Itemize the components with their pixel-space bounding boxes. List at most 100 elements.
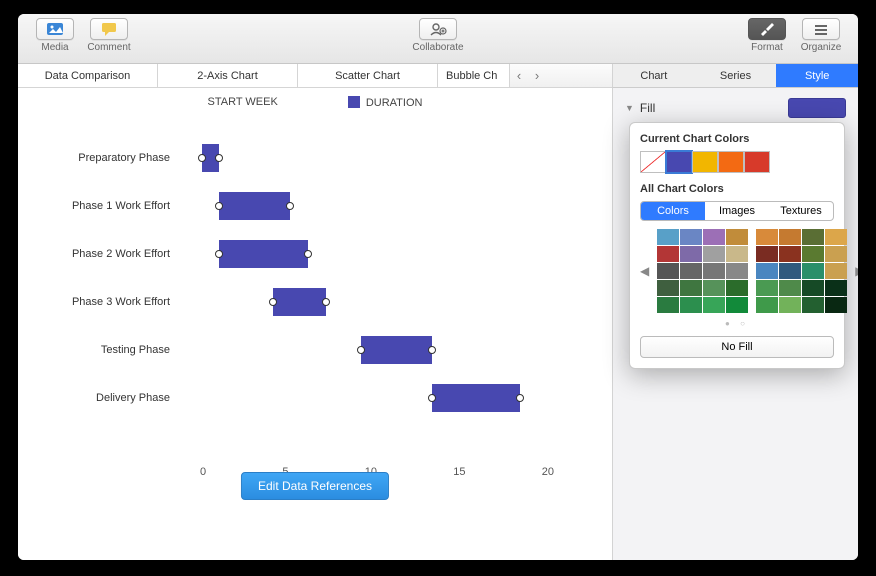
tab-data-comparison[interactable]: Data Comparison bbox=[18, 64, 158, 87]
page-dots: ● ○ bbox=[640, 319, 834, 328]
palette-color-swatch[interactable] bbox=[703, 297, 725, 313]
palette-color-swatch[interactable] bbox=[825, 246, 847, 262]
palette-color-swatch[interactable] bbox=[779, 280, 801, 296]
palette-color-swatch[interactable] bbox=[779, 297, 801, 313]
no-fill-button[interactable]: No Fill bbox=[640, 336, 834, 358]
palette-color-swatch[interactable] bbox=[680, 246, 702, 262]
palette-color-swatch[interactable] bbox=[756, 297, 778, 313]
row-label: Delivery Phase bbox=[34, 392, 184, 404]
palette-color-swatch[interactable] bbox=[726, 229, 748, 245]
current-color-swatch[interactable] bbox=[640, 151, 666, 173]
bar-handle-right[interactable] bbox=[304, 250, 312, 258]
bar-handle-right[interactable] bbox=[322, 298, 330, 306]
palette-color-swatch[interactable] bbox=[703, 280, 725, 296]
palette-color-swatch[interactable] bbox=[657, 280, 679, 296]
seg-images[interactable]: Images bbox=[705, 202, 769, 220]
seg-colors[interactable]: Colors bbox=[641, 202, 705, 220]
bar-handle-right[interactable] bbox=[286, 202, 294, 210]
palette-color-swatch[interactable] bbox=[657, 246, 679, 262]
palette-color-swatch[interactable] bbox=[726, 263, 748, 279]
format-button[interactable]: Format bbox=[740, 18, 794, 53]
fill-label: Fill bbox=[640, 101, 655, 115]
palette-color-swatch[interactable] bbox=[802, 246, 824, 262]
current-color-swatch[interactable] bbox=[744, 151, 770, 173]
palette-color-swatch[interactable] bbox=[657, 229, 679, 245]
tab-scatter[interactable]: Scatter Chart bbox=[298, 64, 438, 87]
bar-handle-left[interactable] bbox=[269, 298, 277, 306]
palette-color-swatch[interactable] bbox=[680, 297, 702, 313]
palette-color-swatch[interactable] bbox=[779, 246, 801, 262]
x-tick: 20 bbox=[542, 466, 554, 486]
bar-handle-right[interactable] bbox=[428, 346, 436, 354]
organize-button[interactable]: Organize bbox=[794, 18, 848, 53]
palette-color-swatch[interactable] bbox=[680, 263, 702, 279]
palette-color-swatch[interactable] bbox=[802, 263, 824, 279]
gantt-chart: Preparatory PhasePhase 1 Work EffortPhas… bbox=[34, 134, 554, 464]
bar-handle-left[interactable] bbox=[198, 154, 206, 162]
bar-handle-left[interactable] bbox=[215, 202, 223, 210]
chart-type-tabs: Data Comparison 2-Axis Chart Scatter Cha… bbox=[18, 64, 612, 88]
palette-color-swatch[interactable] bbox=[779, 263, 801, 279]
palette-color-swatch[interactable] bbox=[657, 263, 679, 279]
tab-series[interactable]: Series bbox=[695, 64, 777, 87]
bar-handle-right[interactable] bbox=[215, 154, 223, 162]
bar[interactable] bbox=[361, 336, 432, 364]
bar-handle-left[interactable] bbox=[215, 250, 223, 258]
disclosure-triangle-icon[interactable]: ▼ bbox=[625, 103, 634, 113]
palette-color-swatch[interactable] bbox=[802, 280, 824, 296]
chart-row: Preparatory Phase bbox=[34, 134, 554, 182]
palette-color-swatch[interactable] bbox=[756, 229, 778, 245]
chevron-left-icon[interactable]: ‹ bbox=[510, 68, 528, 83]
fill-color-swatch[interactable] bbox=[788, 98, 846, 118]
palette-color-swatch[interactable] bbox=[756, 263, 778, 279]
palette-color-swatch[interactable] bbox=[825, 263, 847, 279]
collaborate-button[interactable]: Collaborate bbox=[411, 18, 465, 53]
palette-color-swatch[interactable] bbox=[726, 280, 748, 296]
tab-style[interactable]: Style bbox=[776, 64, 858, 87]
comment-button[interactable]: Comment bbox=[82, 18, 136, 53]
bar[interactable] bbox=[432, 384, 521, 412]
palette-color-swatch[interactable] bbox=[680, 229, 702, 245]
tab-2axis[interactable]: 2-Axis Chart bbox=[158, 64, 298, 87]
palette-color-swatch[interactable] bbox=[726, 297, 748, 313]
chart-row: Phase 1 Work Effort bbox=[34, 182, 554, 230]
palette-color-swatch[interactable] bbox=[703, 246, 725, 262]
media-button[interactable]: Media bbox=[28, 18, 82, 53]
bar-handle-right[interactable] bbox=[516, 394, 524, 402]
chart-row: Testing Phase bbox=[34, 326, 554, 374]
seg-textures[interactable]: Textures bbox=[769, 202, 833, 220]
palette-color-swatch[interactable] bbox=[726, 246, 748, 262]
palette-color-swatch[interactable] bbox=[779, 229, 801, 245]
chart-canvas[interactable]: START WEEK DURATION Preparatory PhasePha… bbox=[18, 88, 612, 560]
palette-color-swatch[interactable] bbox=[802, 229, 824, 245]
bar-handle-left[interactable] bbox=[357, 346, 365, 354]
bar[interactable] bbox=[219, 192, 290, 220]
palette-right-arrow[interactable]: ▶ bbox=[855, 264, 858, 278]
palette-color-swatch[interactable] bbox=[703, 263, 725, 279]
chevron-right-icon[interactable]: › bbox=[528, 68, 546, 83]
current-color-swatch[interactable] bbox=[692, 151, 718, 173]
edit-data-references-button[interactable]: Edit Data References bbox=[241, 472, 389, 500]
palette-color-swatch[interactable] bbox=[703, 229, 725, 245]
bar[interactable] bbox=[202, 144, 220, 172]
tab-bubble[interactable]: Bubble Ch bbox=[438, 64, 510, 87]
current-color-swatch[interactable] bbox=[718, 151, 744, 173]
palette-color-swatch[interactable] bbox=[825, 280, 847, 296]
collaborate-icon bbox=[429, 21, 447, 37]
palette-color-swatch[interactable] bbox=[825, 297, 847, 313]
bar-handle-left[interactable] bbox=[428, 394, 436, 402]
palette-color-swatch[interactable] bbox=[680, 280, 702, 296]
palette-left-arrow[interactable]: ◀ bbox=[640, 264, 649, 278]
palette-segmented-control[interactable]: Colors Images Textures bbox=[640, 201, 834, 221]
palette-color-swatch[interactable] bbox=[657, 297, 679, 313]
palette-grid-left bbox=[657, 229, 748, 313]
bar[interactable] bbox=[219, 240, 308, 268]
palette-color-swatch[interactable] bbox=[825, 229, 847, 245]
palette-color-swatch[interactable] bbox=[756, 280, 778, 296]
current-color-swatch[interactable] bbox=[666, 151, 692, 173]
bar[interactable] bbox=[273, 288, 326, 316]
palette-color-swatch[interactable] bbox=[802, 297, 824, 313]
current-colors-row bbox=[640, 151, 834, 173]
tab-chart[interactable]: Chart bbox=[613, 64, 695, 87]
palette-color-swatch[interactable] bbox=[756, 246, 778, 262]
